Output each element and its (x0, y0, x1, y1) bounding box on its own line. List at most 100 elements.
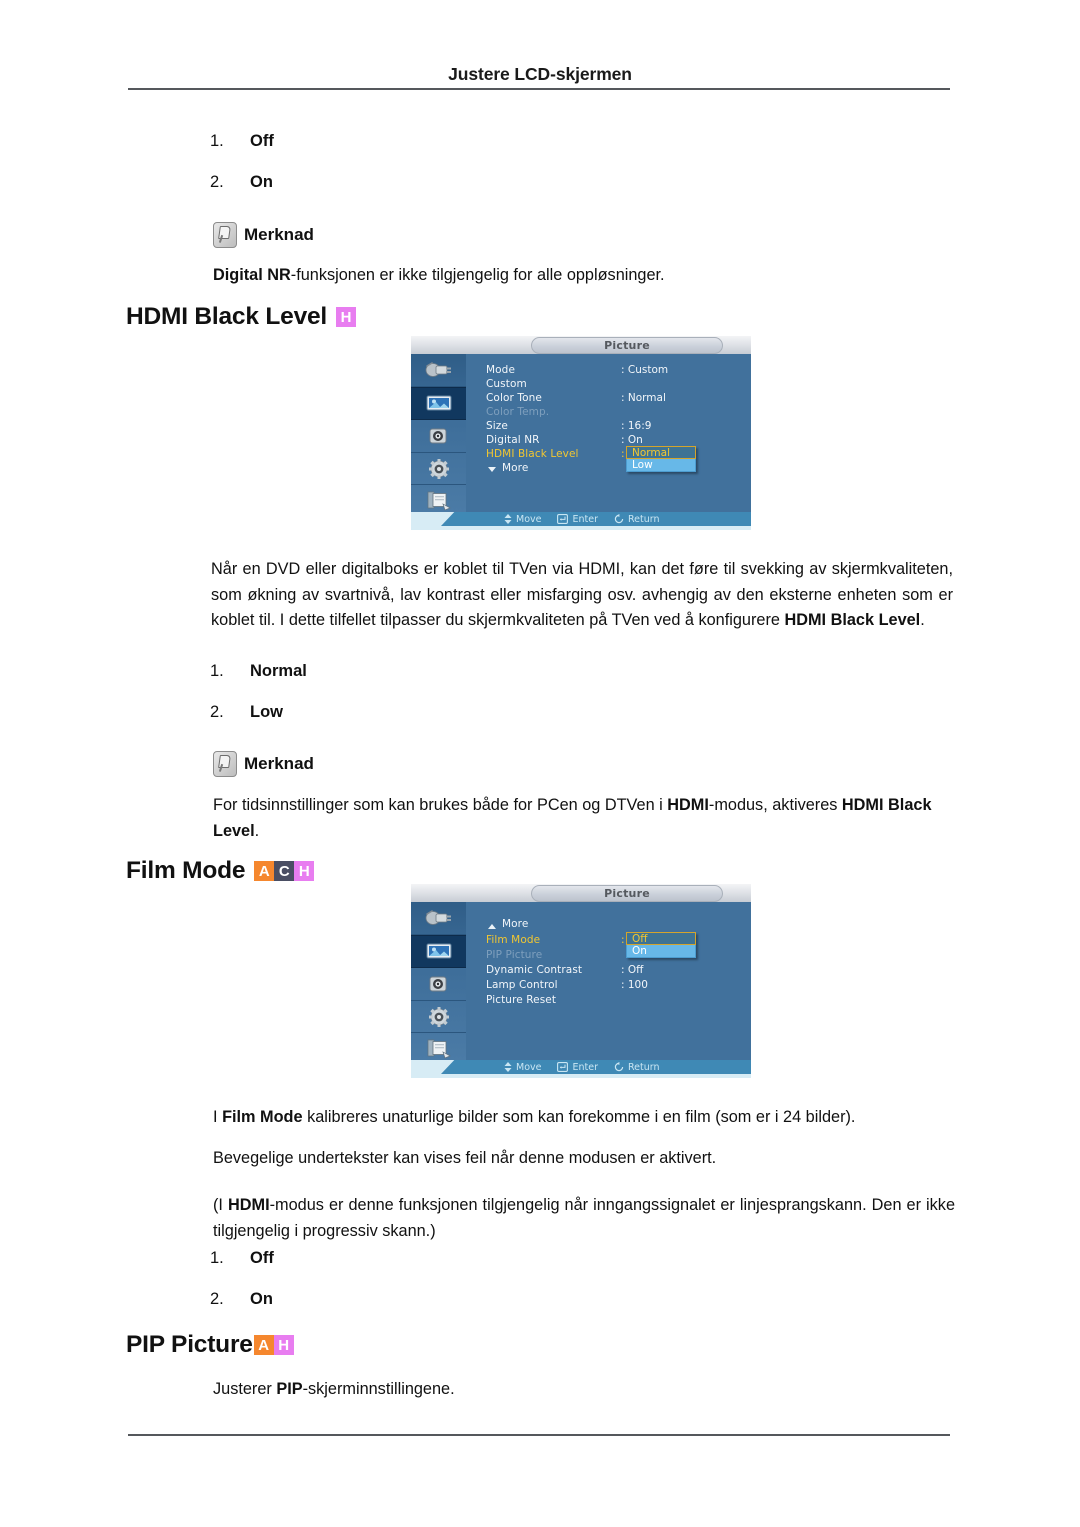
osd-sidebar-item-picture[interactable] (411, 934, 466, 969)
badge-group: H (336, 307, 357, 327)
list-item: 1. Off (210, 132, 274, 151)
osd-footer-move-label: Move (516, 513, 542, 525)
osd-dropdown-option-selected[interactable]: Off (626, 932, 696, 945)
osd-menu-list: More Film Mode : PIP Picture Dynamic Con… (466, 902, 751, 1060)
osd-footer: Move Enter Return (411, 1060, 751, 1078)
speaker-icon (429, 428, 446, 444)
osd-title-pill: Picture (531, 337, 723, 354)
osd-title-bar: Picture (411, 336, 751, 355)
picture-monitor-icon (426, 943, 451, 959)
list-item-number: 1. (210, 662, 224, 680)
osd-footer-enter[interactable]: Enter (557, 1062, 598, 1073)
osd-sidebar-item-picture[interactable] (411, 386, 466, 421)
osd-row-value: : Off (621, 964, 644, 976)
badge-c-icon: C (274, 861, 295, 881)
osd-row-label[interactable]: Color Tone (486, 392, 542, 404)
osd-row-label[interactable]: Mode (486, 364, 515, 376)
osd-footer-move[interactable]: Move (504, 1062, 541, 1073)
badge-a-icon: A (254, 861, 275, 881)
speaker-icon (429, 976, 446, 992)
osd-row-label[interactable]: Dynamic Contrast (486, 964, 582, 976)
section-heading-film-mode: Film Mode A C H (126, 857, 315, 885)
osd-row-label-selected[interactable]: HDMI Black Level (486, 448, 579, 460)
badge-h-icon: H (273, 1335, 294, 1355)
multi-control-document-icon (427, 491, 451, 511)
list-item: 2. On (210, 173, 273, 192)
osd-row-label[interactable]: Lamp Control (486, 979, 558, 991)
paragraph-pre: (I (213, 1196, 228, 1214)
osd-footer-enter-label: Enter (572, 513, 598, 525)
osd-row-label[interactable]: Size (486, 420, 508, 432)
osd-footer-move[interactable]: Move (504, 514, 541, 525)
osd-title-text: Picture (604, 339, 650, 352)
osd-sidebar-item-sound[interactable] (411, 420, 466, 453)
osd-title-text: Picture (604, 887, 650, 900)
osd-footer-return-label: Return (627, 1061, 660, 1073)
section-paragraph-pip: Justerer PIP-skjerminnstillingene. (213, 1377, 955, 1403)
list-item-label: On (250, 173, 273, 191)
osd-dropdown-option-selected[interactable]: Normal (626, 446, 696, 459)
osd-footer-enter[interactable]: Enter (557, 514, 598, 525)
osd-row-value: : (621, 448, 625, 460)
enter-key-icon (557, 1062, 569, 1072)
badge-h-icon: H (294, 861, 315, 881)
badge-group: A H (253, 1335, 294, 1355)
note-block: Merknad (213, 751, 314, 777)
return-arrow-icon (614, 1062, 624, 1072)
osd-sidebar-item-sound[interactable] (411, 968, 466, 1001)
osd-row-more[interactable]: More (502, 918, 528, 930)
section-heading-pip-picture: PIP Picture A H (126, 1331, 294, 1359)
osd-screenshot-hdmi-black-level: Picture Mode: Custom Custom Color Tone … (411, 336, 751, 530)
section-paragraph-hdmi: Når en DVD eller digitalboks er koblet t… (211, 557, 953, 634)
gear-icon (428, 1006, 449, 1027)
header-divider (128, 88, 950, 90)
paragraph-post: kalibreres unaturlige bilder som kan for… (302, 1108, 856, 1126)
badge-a-icon: A (253, 1335, 274, 1355)
osd-sidebar-item-setup[interactable] (411, 453, 466, 486)
osd-dropdown-option[interactable]: On (626, 945, 696, 958)
note-block: Merknad (213, 222, 314, 248)
osd-sidebar-item-input[interactable] (411, 902, 466, 935)
osd-row-label[interactable]: Digital NR (486, 434, 540, 446)
osd-sidebar-item-setup[interactable] (411, 1001, 466, 1034)
section-paragraph-film-1: I Film Mode kalibreres unaturlige bilder… (213, 1105, 955, 1131)
list-item-number: 2. (210, 1290, 224, 1308)
osd-row-value: : 100 (621, 979, 648, 991)
osd-body: More Film Mode : PIP Picture Dynamic Con… (411, 902, 751, 1066)
note-label: Merknad (244, 754, 314, 773)
paragraph-post: -skjerminnstillingene. (302, 1380, 455, 1398)
chevron-up-icon (488, 924, 496, 929)
osd-footer-return[interactable]: Return (614, 1062, 660, 1073)
note-bold-1: HDMI (667, 796, 709, 814)
running-header-title: Justere LCD-skjermen (448, 64, 632, 84)
note-mid: -modus, aktiveres (708, 796, 842, 814)
osd-sidebar-item-input[interactable] (411, 354, 466, 387)
osd-row-more[interactable]: More (502, 462, 528, 474)
osd-row-label[interactable]: Custom (486, 378, 527, 390)
osd-row-label-selected[interactable]: Film Mode (486, 934, 540, 946)
osd-footer-move-label: Move (516, 1061, 542, 1073)
list-item-number: 2. (210, 703, 224, 721)
note-text-rest: -funksjonen er ikke tilgjengelig for all… (290, 266, 665, 284)
paragraph-bold: HDMI (228, 1196, 270, 1214)
chevron-down-icon (488, 467, 496, 472)
picture-monitor-icon (426, 395, 451, 411)
osd-row-label-disabled: Color Temp. (486, 406, 550, 418)
section-paragraph-film-2: Bevegelige undertekster kan vises feil n… (213, 1146, 955, 1172)
osd-footer-bar: Move Enter Return (466, 512, 751, 526)
gear-icon (428, 458, 449, 479)
osd-footer-return-label: Return (627, 513, 660, 525)
badge-group: A C H (254, 861, 315, 881)
plug-connector-icon (425, 909, 451, 925)
osd-sidebar (411, 902, 466, 1066)
osd-row-label[interactable]: Picture Reset (486, 994, 556, 1006)
note-pencil-icon (213, 222, 237, 248)
osd-dropdown-option[interactable]: Low (626, 459, 696, 472)
list-item-label: Off (250, 1249, 274, 1267)
footer-divider (128, 1434, 950, 1436)
osd-row-value: : Normal (621, 392, 666, 404)
list-item-number: 1. (210, 132, 224, 150)
osd-dropdown-hdmi-black-level[interactable]: Normal Low (626, 446, 696, 472)
osd-footer-return[interactable]: Return (614, 514, 660, 525)
osd-dropdown-film-mode[interactable]: Off On (626, 932, 696, 958)
